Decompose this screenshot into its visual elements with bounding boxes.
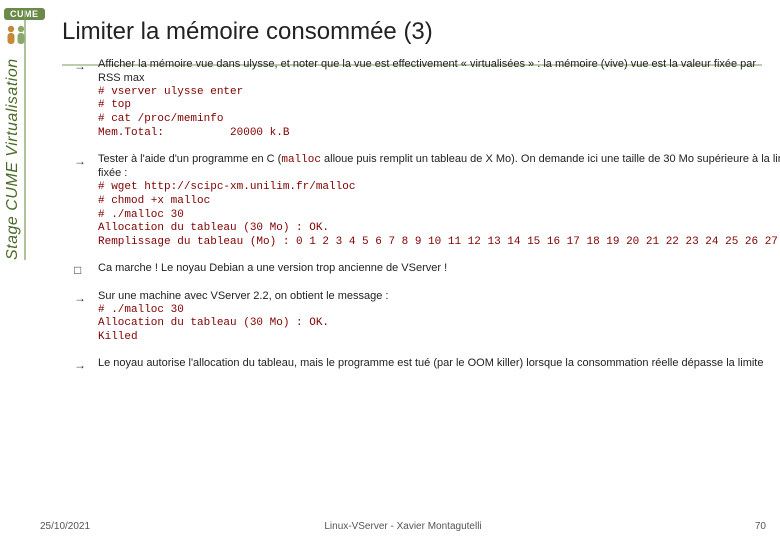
code-block: # wget http://scipc-xm.unilim.fr/malloc … (98, 181, 780, 250)
page-number: 70 (755, 521, 766, 532)
arrow-bullet-icon: → (74, 58, 88, 141)
title-area: Limiter la mémoire consommée (3) (62, 18, 770, 46)
square-bullet-icon: □ (74, 262, 88, 278)
list-item: → Sur une machine avec VServer 2.2, on o… (74, 290, 766, 345)
list-item: → Afficher la mémoire vue dans ulysse, e… (74, 58, 766, 141)
arrow-bullet-icon: → (74, 357, 88, 373)
list-item: → Le noyau autorise l'allocation du tabl… (74, 357, 766, 373)
item-content: Le noyau autorise l'allocation du tablea… (98, 357, 766, 373)
item-text: Le noyau autorise l'allocation du tablea… (98, 357, 766, 371)
code-block: # vserver ulysse enter # top # cat /proc… (98, 86, 766, 141)
item-content: Ca marche ! Le noyau Debian a une versio… (98, 262, 766, 278)
item-text: Ca marche ! Le noyau Debian a une versio… (98, 262, 766, 276)
item-text: Afficher la mémoire vue dans ulysse, et … (98, 58, 766, 86)
arrow-bullet-icon: → (74, 290, 88, 345)
item-content: Sur une machine avec VServer 2.2, on obt… (98, 290, 766, 345)
footer-title: Linux-VServer - Xavier Montagutelli (324, 521, 481, 532)
slide: CUME Limiter la mémoire consommée (3) St… (0, 0, 780, 540)
arrow-bullet-icon: → (74, 153, 88, 250)
item-content: Tester à l'aide d'un programme en C (mal… (98, 153, 780, 250)
list-item: □ Ca marche ! Le noyau Debian a une vers… (74, 262, 766, 278)
text-span: Tester à l'aide d'un programme en C ( (98, 153, 281, 165)
code-block: # ./malloc 30 Allocation du tableau (30 … (98, 304, 766, 345)
item-text: Tester à l'aide d'un programme en C (mal… (98, 153, 780, 182)
sidebar-label: Stage CUME Virtualisation (4, 10, 26, 260)
list-item: → Tester à l'aide d'un programme en C (m… (74, 153, 766, 250)
item-content: Afficher la mémoire vue dans ulysse, et … (98, 58, 766, 141)
footer-date: 25/10/2021 (40, 521, 90, 532)
footer: 25/10/2021 Linux-VServer - Xavier Montag… (40, 521, 766, 532)
body-content: → Afficher la mémoire vue dans ulysse, e… (74, 58, 766, 385)
page-title: Limiter la mémoire consommée (3) (62, 18, 770, 46)
item-text: Sur une machine avec VServer 2.2, on obt… (98, 290, 766, 304)
inline-code: malloc (281, 154, 321, 166)
